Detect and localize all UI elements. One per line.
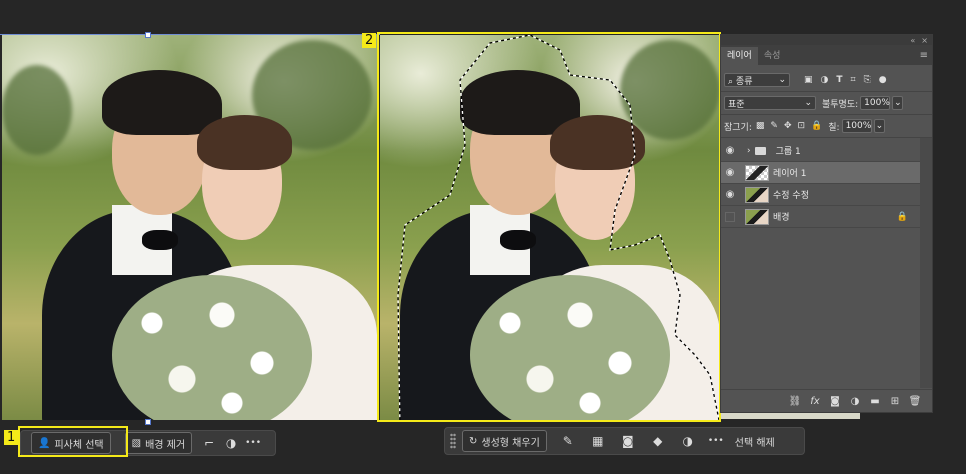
- modify-selection-icon[interactable]: ▦: [587, 430, 609, 452]
- mask-icon[interactable]: ◙: [617, 430, 639, 452]
- chevron-down-icon: ⌄: [894, 98, 902, 108]
- search-icon: ⌕: [728, 76, 734, 87]
- chevron-down-icon: ⌄: [778, 75, 786, 85]
- layer-row-layer-1[interactable]: ◉ 레이어 1: [721, 162, 920, 184]
- fill-bucket-icon[interactable]: ◆: [647, 430, 669, 452]
- layer-name: 레이어 1: [773, 169, 807, 179]
- shape-filter-icon[interactable]: ⌗: [851, 75, 856, 85]
- layer-thumbnail: [745, 208, 769, 225]
- layers-panel: « × 레이어 속성 ≡ ⌕ 종류 ⌄ ▣ ◑ T ⌗ ⎘ ● 표준 ⌄ 불투명…: [720, 34, 933, 413]
- layer-name: 그룹 1: [775, 147, 801, 157]
- layer-style-fx-icon[interactable]: fx: [808, 396, 822, 407]
- opacity-label: 불투명도:: [822, 99, 859, 110]
- layer-row-group-1[interactable]: ◉ › 그룹 1: [721, 140, 920, 162]
- layer-name: 수정 수정: [773, 191, 809, 201]
- transform-handle[interactable]: [145, 419, 151, 425]
- canvas-left-photo[interactable]: [2, 35, 378, 420]
- layer-name: 배경: [773, 213, 790, 223]
- folder-icon: [754, 146, 766, 155]
- delete-layer-icon[interactable]: 🗑: [908, 396, 922, 407]
- lock-label: 잠그기:: [724, 122, 752, 133]
- visibility-toggle-off[interactable]: [721, 211, 739, 222]
- contextual-taskbar-right: ↻ 생성형 채우기 ✎ ▦ ◙ ◆ ◑ ••• 선택 해제: [444, 427, 805, 455]
- blend-opacity-row: 표준 ⌄ 불투명도: 100% ⌄: [721, 92, 932, 114]
- visibility-eye-icon[interactable]: ◉: [721, 167, 739, 178]
- tab-properties[interactable]: 속성: [758, 47, 787, 65]
- chevron-right-icon[interactable]: ›: [747, 146, 751, 156]
- layer-filter-row: ⌕ 종류 ⌄ ▣ ◑ T ⌗ ⎘ ●: [721, 69, 932, 91]
- brush-icon[interactable]: ✎: [557, 430, 579, 452]
- lock-all-icon[interactable]: 🔒: [811, 121, 822, 131]
- type-filter-icon[interactable]: T: [836, 75, 842, 85]
- adjustment-icon[interactable]: ◑: [220, 432, 242, 454]
- lock-transparency-icon[interactable]: ▩: [756, 121, 765, 131]
- new-layer-icon[interactable]: ⊞: [888, 396, 902, 407]
- adjustment-icon[interactable]: ◑: [677, 430, 699, 452]
- layer-thumbnail: [745, 186, 769, 203]
- pixel-filter-icon[interactable]: ▣: [804, 75, 813, 85]
- lock-icon: 🔒: [896, 211, 908, 222]
- annotation-box-1: [18, 426, 128, 457]
- image-icon: ▧: [131, 437, 142, 449]
- layer-list: ◉ › 그룹 1 ◉ 레이어 1 ◉ 수정 수정 배경 🔒: [721, 140, 920, 228]
- panel-collapse-bar[interactable]: « ×: [721, 35, 932, 45]
- link-layers-icon[interactable]: ⛓: [788, 396, 802, 407]
- smart-object-filter-icon[interactable]: ⎘: [864, 75, 871, 85]
- generative-fill-button[interactable]: ↻ 생성형 채우기: [462, 430, 547, 452]
- layer-row-background[interactable]: 배경 🔒: [721, 206, 920, 228]
- layer-row-edit[interactable]: ◉ 수정 수정: [721, 184, 920, 206]
- drag-handle[interactable]: [450, 433, 456, 449]
- lock-artboard-icon[interactable]: ⊡: [797, 121, 805, 131]
- blend-mode-select[interactable]: 표준 ⌄: [724, 96, 816, 110]
- more-options-icon[interactable]: •••: [705, 430, 727, 452]
- filter-kind-select[interactable]: ⌕ 종류 ⌄: [724, 73, 790, 87]
- new-group-icon[interactable]: ▬: [868, 396, 882, 407]
- annotation-box-2: [377, 32, 721, 422]
- annotation-label-1: 1: [4, 430, 19, 445]
- opacity-dropdown[interactable]: ⌄: [892, 96, 904, 110]
- visibility-eye-icon[interactable]: ◉: [721, 189, 739, 200]
- lock-position-icon[interactable]: ✥: [784, 121, 792, 131]
- opacity-input[interactable]: 100%: [860, 96, 891, 110]
- chevron-down-icon: ⌄: [875, 121, 884, 131]
- close-icon[interactable]: ×: [921, 36, 928, 45]
- fill-dropdown[interactable]: ⌄: [873, 119, 885, 133]
- visibility-eye-icon[interactable]: ◉: [721, 145, 739, 156]
- add-mask-icon[interactable]: ◙: [828, 396, 842, 407]
- more-options-icon[interactable]: •••: [242, 432, 264, 454]
- remove-background-button[interactable]: ▧ 배경 제거: [124, 432, 193, 454]
- layer-thumbnail: [745, 164, 769, 181]
- panel-tabs: 레이어 속성 ≡: [721, 45, 932, 65]
- crop-icon[interactable]: ⌐: [198, 432, 220, 454]
- new-adjustment-layer-icon[interactable]: ◑: [848, 396, 862, 407]
- filter-toggle-icon[interactable]: ●: [879, 75, 887, 85]
- panel-menu-icon[interactable]: ≡: [920, 50, 928, 61]
- layers-panel-footer: ⛓ fx ◙ ◑ ▬ ⊞ 🗑: [721, 389, 932, 412]
- canvas-bounds-line: [0, 34, 380, 35]
- fill-label: 칠:: [828, 122, 840, 133]
- chevron-down-icon: ⌄: [804, 98, 812, 108]
- transform-handle[interactable]: [145, 32, 151, 38]
- tab-layers[interactable]: 레이어: [721, 47, 758, 65]
- lock-pixels-icon[interactable]: ✎: [770, 121, 778, 131]
- adjustment-filter-icon[interactable]: ◑: [821, 75, 829, 85]
- layer-list-scrollbar[interactable]: [920, 138, 932, 388]
- lock-fill-row: 잠그기: ▩ ✎ ✥ ⊡ 🔒 칠: 100% ⌄: [721, 115, 932, 137]
- canvas-shadow: [720, 412, 860, 419]
- fill-input[interactable]: 100%: [841, 119, 872, 133]
- deselect-button[interactable]: 선택 해제: [729, 430, 781, 452]
- collapse-icon[interactable]: «: [910, 36, 915, 45]
- annotation-label-2: 2: [362, 33, 377, 48]
- generative-fill-icon: ↻: [469, 435, 478, 447]
